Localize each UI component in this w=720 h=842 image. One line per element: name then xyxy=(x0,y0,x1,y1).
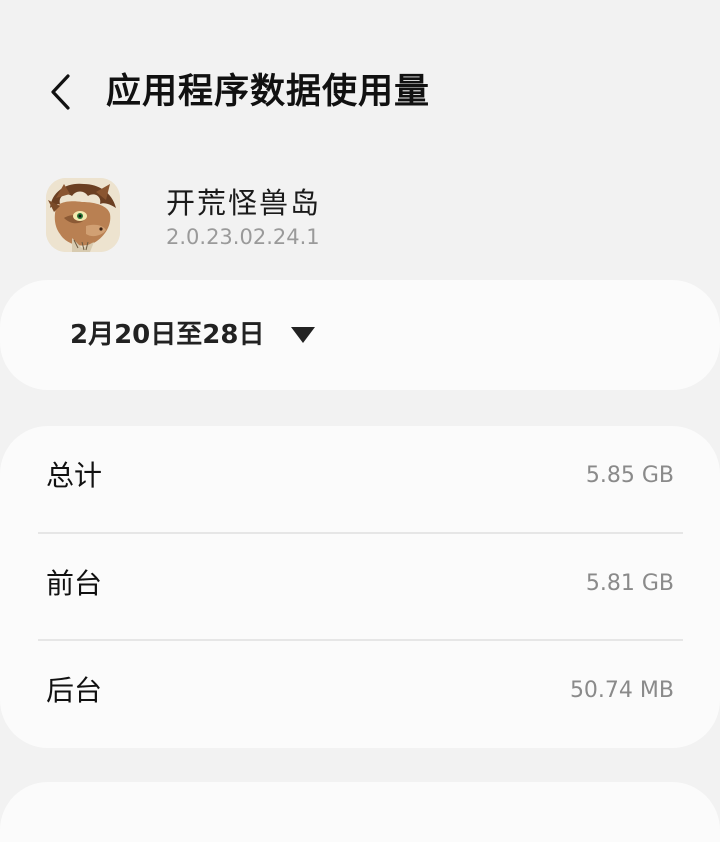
header: 应用程序数据使用量 xyxy=(0,0,720,185)
usage-row-background: 后台 50.74 MB xyxy=(0,641,720,748)
app-name: 开荒怪兽岛 xyxy=(166,186,322,220)
triangle-down-icon xyxy=(291,327,315,343)
app-info: 开荒怪兽岛 2.0.23.02.24.1 xyxy=(0,170,720,260)
usage-row-label: 前台 xyxy=(46,567,103,600)
usage-row-label: 后台 xyxy=(46,674,103,707)
usage-row-foreground: 前台 5.81 GB xyxy=(0,534,720,641)
usage-row-total: 总计 5.85 GB xyxy=(0,426,720,533)
usage-card: 总计 5.85 GB 前台 5.81 GB 后台 50.74 MB xyxy=(0,426,720,748)
date-range-label: 2月20日至28日 xyxy=(70,320,265,350)
usage-row-value: 50.74 MB xyxy=(569,678,674,703)
monster-app-icon xyxy=(46,178,120,252)
next-card xyxy=(0,782,720,842)
chevron-left-icon xyxy=(51,74,70,110)
page-title: 应用程序数据使用量 xyxy=(106,72,431,112)
date-range-selector[interactable]: 2月20日至28日 xyxy=(0,280,720,390)
usage-row-value: 5.81 GB xyxy=(585,571,674,596)
back-button[interactable] xyxy=(36,66,84,118)
app-version: 2.0.23.02.24.1 xyxy=(166,225,320,249)
usage-row-value: 5.85 GB xyxy=(585,463,674,488)
usage-row-label: 总计 xyxy=(46,459,103,492)
